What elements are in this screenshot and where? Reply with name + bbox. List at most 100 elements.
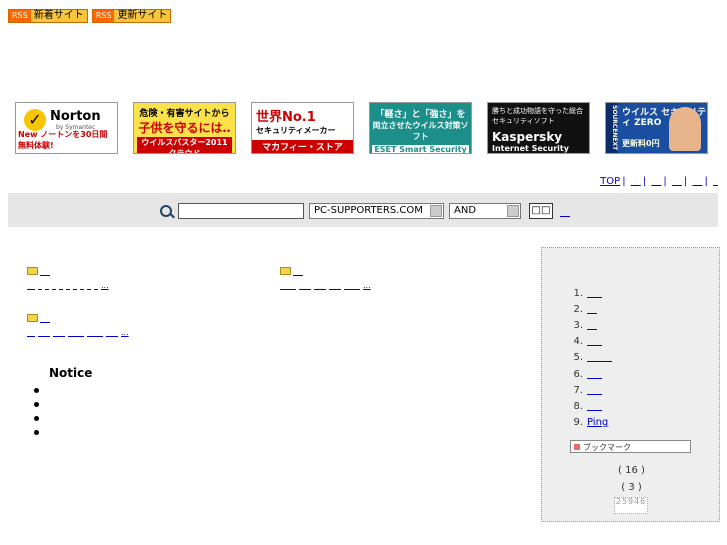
ranking-item: 8. (569, 398, 612, 414)
ranking-item: 5. (569, 350, 612, 366)
sourcenext-line2: 更新料0円 (622, 139, 660, 148)
sourcenext-side: SOURCENEXT (606, 103, 618, 153)
virusbuster-banner[interactable]: 危険・有害サイトから 子供を守るには‥ ウイルスバスター2011 クラウド (133, 102, 236, 154)
notice-item (34, 425, 45, 439)
mcafee-line3: マカフィー・ストア (252, 140, 353, 153)
subcategory-list: ... (27, 328, 132, 337)
ranking-item: 3. (569, 317, 612, 333)
subcategory-link[interactable] (59, 281, 63, 290)
subcategory-list: ... (27, 281, 112, 290)
notice-item (34, 411, 45, 425)
ranking-link[interactable]: Ping (587, 417, 608, 428)
ranking-link[interactable] (587, 336, 602, 347)
search-mode-value: AND (454, 205, 477, 216)
subcategory-link[interactable] (299, 281, 311, 290)
category-block: ... (27, 266, 112, 290)
nav-link[interactable] (692, 176, 702, 187)
category-block: ... (27, 313, 132, 337)
ranking-link[interactable] (587, 369, 602, 380)
count-b: ( 3 ) (621, 482, 642, 493)
subcategory-link[interactable] (80, 281, 84, 290)
mcafee-banner[interactable]: 世界No.1 セキュリティメーカー マカフィー・ストア (251, 102, 354, 154)
ranking-item: 1. (569, 285, 612, 301)
sourcenext-banner[interactable]: SOURCENEXT ウイルス セキュリティ ZERO 更新料0円 (605, 102, 708, 154)
category-link[interactable] (293, 266, 303, 277)
ranking-panel: 1. 2. 3. 4. 5. 6. 7. 8. 9. Ping ブックマーク ( … (541, 247, 720, 522)
virusbuster-line3: ウイルスバスター2011 クラウド (137, 137, 232, 153)
virusbuster-line1: 危険・有害サイトから (139, 109, 230, 119)
chevron-down-icon (507, 205, 519, 217)
subcategory-link[interactable] (314, 281, 326, 290)
kaspersky-banner[interactable]: 勝ちと成功物語を守った総合セキュリティソフト Kaspersky Interne… (487, 102, 590, 154)
nav-link[interactable] (631, 176, 641, 187)
chevron-down-icon (430, 205, 442, 217)
access-counter: 25946 (614, 497, 648, 514)
social-bookmark-button[interactable]: ブックマーク (570, 440, 691, 453)
subcategory-link[interactable] (344, 281, 360, 290)
search-button[interactable]: □□ (529, 203, 553, 219)
ranking-link[interactable] (587, 304, 597, 315)
check-icon: ✓ (24, 109, 46, 131)
category-link[interactable] (40, 266, 50, 277)
ranking-link[interactable] (587, 288, 602, 299)
rss-updated-sites-button[interactable]: RSS 更新サイト (91, 9, 172, 23)
ranking-link[interactable] (587, 352, 612, 363)
rss-new-sites-button[interactable]: RSS 新着サイト (8, 9, 88, 23)
ranking-link[interactable] (587, 385, 602, 396)
bookmark-label: ブックマーク (583, 443, 631, 452)
more-link[interactable]: ... (363, 281, 371, 290)
category-block: ... (280, 266, 374, 290)
subcategory-link[interactable] (38, 281, 42, 290)
subcategory-list: ... (280, 281, 374, 290)
rss-updated-sites-label: 更新サイト (117, 10, 168, 21)
search-bar: PC-SUPPORTERS.COM AND □□ (8, 193, 718, 227)
ranking-link[interactable] (587, 401, 602, 412)
folder-icon (27, 267, 38, 275)
search-icon (160, 205, 172, 217)
subcategory-link[interactable] (329, 281, 341, 290)
subcategory-link[interactable] (280, 281, 296, 290)
ranking-link[interactable] (587, 320, 597, 331)
nav-link[interactable] (651, 176, 661, 187)
search-scope-select[interactable]: PC-SUPPORTERS.COM (309, 203, 444, 219)
ranking-item: 9. Ping (573, 417, 609, 429)
search-mode-select[interactable]: AND (449, 203, 521, 219)
kaspersky-line2: Kaspersky (492, 130, 563, 144)
subcategory-link[interactable] (106, 328, 118, 337)
mcafee-line2: セキュリティメーカー (256, 126, 336, 135)
more-link[interactable]: ... (101, 281, 109, 290)
rss-icon: RSS (92, 10, 115, 22)
virusbuster-line2: 子供を守るには‥ (138, 121, 231, 135)
notice-item (34, 397, 45, 411)
subcategory-link[interactable] (53, 328, 65, 337)
category-link[interactable] (40, 313, 50, 324)
subcategory-link[interactable] (66, 281, 70, 290)
subcategory-link[interactable] (94, 281, 98, 290)
more-link[interactable]: ... (121, 328, 129, 337)
eset-banner[interactable]: 「軽さ」と「強さ」を 両立させたウイルス対策ソフト ESET Smart Sec… (369, 102, 472, 154)
nav-top-link[interactable]: TOP (600, 176, 620, 187)
subcategory-link[interactable] (45, 281, 49, 290)
subcategory-link[interactable] (68, 328, 84, 337)
advanced-search-link[interactable] (560, 207, 570, 218)
subcategory-link[interactable] (27, 281, 35, 290)
subcategory-link[interactable] (38, 328, 50, 337)
folder-icon (27, 314, 38, 322)
nav-link[interactable] (713, 176, 718, 187)
subcategory-link[interactable] (73, 281, 77, 290)
rss-new-sites-label: 新着サイト (33, 10, 84, 21)
subcategory-link[interactable] (87, 328, 103, 337)
search-button-label: □□ (531, 205, 551, 216)
ranking-item: 2. (569, 301, 612, 317)
nav-link[interactable] (672, 176, 682, 187)
ranking-item: 7. (569, 382, 612, 398)
subcategory-link[interactable] (27, 328, 35, 337)
norton-banner[interactable]: ✓ Norton by Symantec New ノートンを30日間無料体験! (15, 102, 118, 154)
top-nav: TOP | | | | | (600, 176, 718, 187)
subcategory-link[interactable] (87, 281, 91, 290)
search-input[interactable] (178, 203, 304, 219)
ad-banners: ✓ Norton by Symantec New ノートンを30日間無料体験! … (15, 102, 708, 154)
subcategory-link[interactable] (52, 281, 56, 290)
notice-title: Notice (49, 366, 93, 380)
rss-links: RSS 新着サイト RSS 更新サイト (8, 9, 172, 23)
